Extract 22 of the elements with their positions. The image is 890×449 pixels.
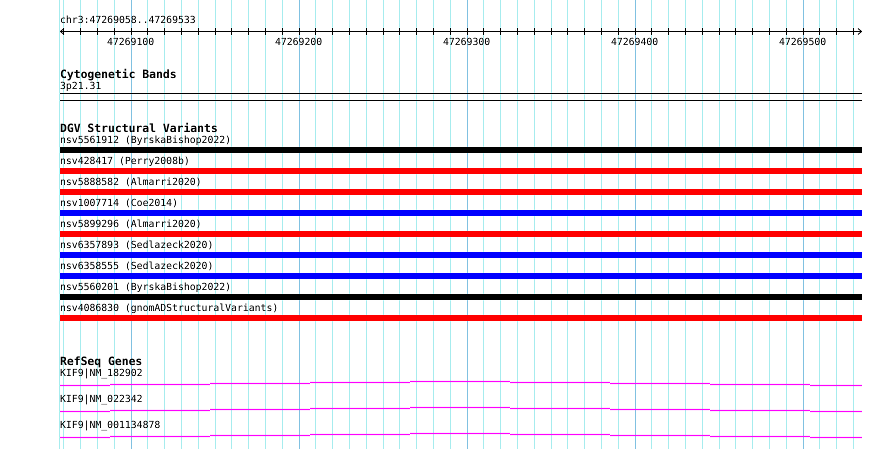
variant-label: nsv5888582 (Almarri2020) bbox=[60, 177, 202, 188]
track-title: RefSeq Genes bbox=[60, 354, 142, 368]
variant-label: nsv6358555 (Sedlazeck2020) bbox=[60, 261, 214, 272]
variant-label: nsv5560201 (ByrskaBishop2022) bbox=[60, 282, 232, 293]
variant-label: nsv6357893 (Sedlazeck2020) bbox=[60, 240, 214, 251]
position-label: chr3:47269058..47269533 bbox=[60, 15, 196, 27]
variant-label: nsv5899296 (Almarri2020) bbox=[60, 219, 202, 230]
track-title: DGV Structural Variants bbox=[60, 121, 218, 135]
gene-label: KIF9|NM_001134878 bbox=[60, 420, 160, 431]
tick-label: 47269100 bbox=[106, 37, 154, 48]
band-label: 3p21.31 bbox=[60, 81, 102, 92]
tick-label: 47269200 bbox=[274, 37, 322, 48]
tick-label: 47269300 bbox=[442, 37, 490, 48]
tick-label: 47269500 bbox=[778, 37, 826, 48]
variant-label: nsv4086830 (gnomADStructuralVariants) bbox=[60, 303, 278, 314]
variant-label: nsv5561912 (ByrskaBishop2022) bbox=[60, 135, 232, 146]
tick-label: 47269400 bbox=[610, 37, 658, 48]
track-title: Cytogenetic Bands bbox=[60, 67, 177, 81]
gene-label: KIF9|NM_182902 bbox=[60, 368, 143, 379]
variant-label: nsv1007714 (Coe2014) bbox=[60, 198, 178, 209]
variant-label: nsv428417 (Perry2008b) bbox=[60, 156, 190, 167]
gene-label: KIF9|NM_022342 bbox=[60, 394, 143, 405]
